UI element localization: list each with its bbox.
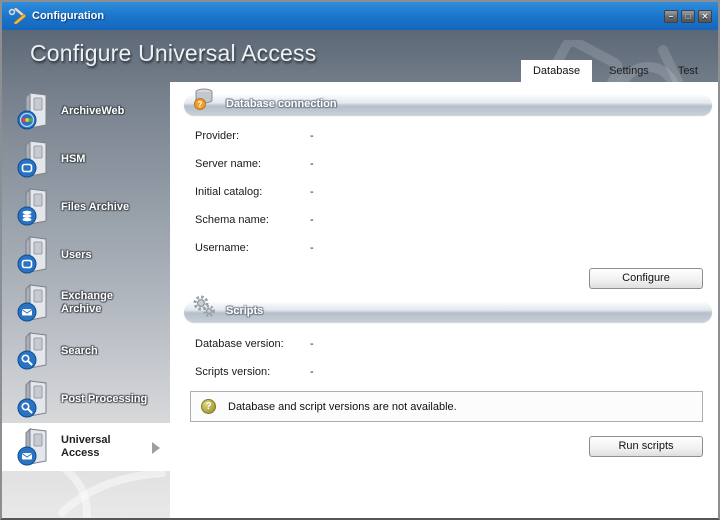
svg-text:?: ? <box>198 100 203 109</box>
sidebar-item-label: Users <box>61 248 92 261</box>
post-processing-icon <box>17 379 47 418</box>
field-label: Schema name: <box>195 214 269 226</box>
page-title: Configure Universal Access <box>30 40 317 66</box>
sidebar-item-hsm[interactable]: HSM <box>2 135 170 183</box>
sidebar-item-label: Universal Access <box>61 434 111 459</box>
configure-button[interactable]: Configure <box>589 268 703 289</box>
sidebar-item-search[interactable]: Search <box>2 327 170 375</box>
sidebar-item-exchange-archive[interactable]: Exchange Archive <box>2 279 170 327</box>
initial-catalog-row: Initial catalog: - <box>195 186 314 198</box>
field-label: Server name: <box>195 158 262 170</box>
selected-item-arrow <box>152 442 160 454</box>
tab-settings[interactable]: Settings <box>597 60 661 82</box>
configuration-window: Configuration – □ ✕ Configure Universal … <box>0 0 720 520</box>
username-row: Username: - <box>195 242 314 254</box>
field-label: Provider: <box>195 130 240 142</box>
sidebar-item-universal-access[interactable]: Universal Access <box>2 423 170 471</box>
scripts-header: Scripts <box>184 295 712 322</box>
database-question-icon: ? <box>194 88 213 110</box>
gears-icon <box>193 295 215 317</box>
tab-test[interactable]: Test <box>666 60 710 82</box>
close-button[interactable]: ✕ <box>698 9 712 23</box>
database-version-row: Database version: - <box>195 338 314 350</box>
sidebar-item-label: HSM <box>61 152 86 165</box>
users-icon <box>17 235 47 274</box>
field-label: Database version: <box>195 338 284 350</box>
sidebar-item-post-processing[interactable]: Post Processing <box>2 375 170 423</box>
sidebar-item-archiveweb[interactable]: ArchiveWeb <box>2 87 170 135</box>
field-label: Username: <box>195 242 249 254</box>
info-message-text: Database and script versions are not ava… <box>228 400 457 413</box>
sidebar-item-files-archive[interactable]: Files Archive <box>2 183 170 231</box>
run-scripts-button[interactable]: Run scripts <box>589 436 703 457</box>
tab-database[interactable]: Database <box>520 60 593 82</box>
maximize-button[interactable]: □ <box>681 9 695 23</box>
field-value: - <box>310 242 314 254</box>
database-connection-header: ? Database connection <box>184 88 712 115</box>
universal-access-icon <box>17 427 47 466</box>
field-label: Initial catalog: <box>195 186 263 198</box>
exchange-archive-icon <box>17 283 47 322</box>
window-title: Configuration <box>32 10 105 22</box>
info-message-box: ? Database and script versions are not a… <box>190 391 703 422</box>
hsm-icon <box>17 139 47 178</box>
files-archive-icon <box>17 187 47 226</box>
title-bar[interactable]: Configuration – □ ✕ <box>2 2 718 30</box>
sidebar-item-label: ArchiveWeb <box>61 104 125 117</box>
sidebar-item-label: Post Processing <box>61 392 148 405</box>
field-value: - <box>310 366 314 378</box>
sidebar: ArchiveWeb HSM Files Archive Users Excha… <box>2 82 170 518</box>
field-value: - <box>310 214 314 226</box>
field-value: - <box>310 158 314 170</box>
field-value: - <box>310 186 314 198</box>
tools-icon <box>8 8 26 24</box>
tab-bar: Database Settings Test <box>520 60 710 82</box>
content-panel: ? Database connection Provider: - Server… <box>170 82 718 518</box>
search-icon <box>17 331 47 370</box>
section-title: Database connection <box>226 98 337 110</box>
section-title: Scripts <box>226 305 264 317</box>
sidebar-item-label: Search <box>61 344 98 357</box>
minimize-button[interactable]: – <box>664 9 678 23</box>
provider-row: Provider: - <box>195 130 314 142</box>
field-label: Scripts version: <box>195 366 271 378</box>
sidebar-item-label: Files Archive <box>61 200 130 213</box>
field-value: - <box>310 130 314 142</box>
schema-name-row: Schema name: - <box>195 214 314 226</box>
field-value: - <box>310 338 314 350</box>
question-badge-icon: ? <box>201 399 216 414</box>
server-name-row: Server name: - <box>195 158 314 170</box>
sidebar-item-users[interactable]: Users <box>2 231 170 279</box>
sidebar-item-label: Exchange Archive <box>61 290 113 315</box>
archiveweb-icon <box>17 91 47 130</box>
scripts-version-row: Scripts version: - <box>195 366 314 378</box>
